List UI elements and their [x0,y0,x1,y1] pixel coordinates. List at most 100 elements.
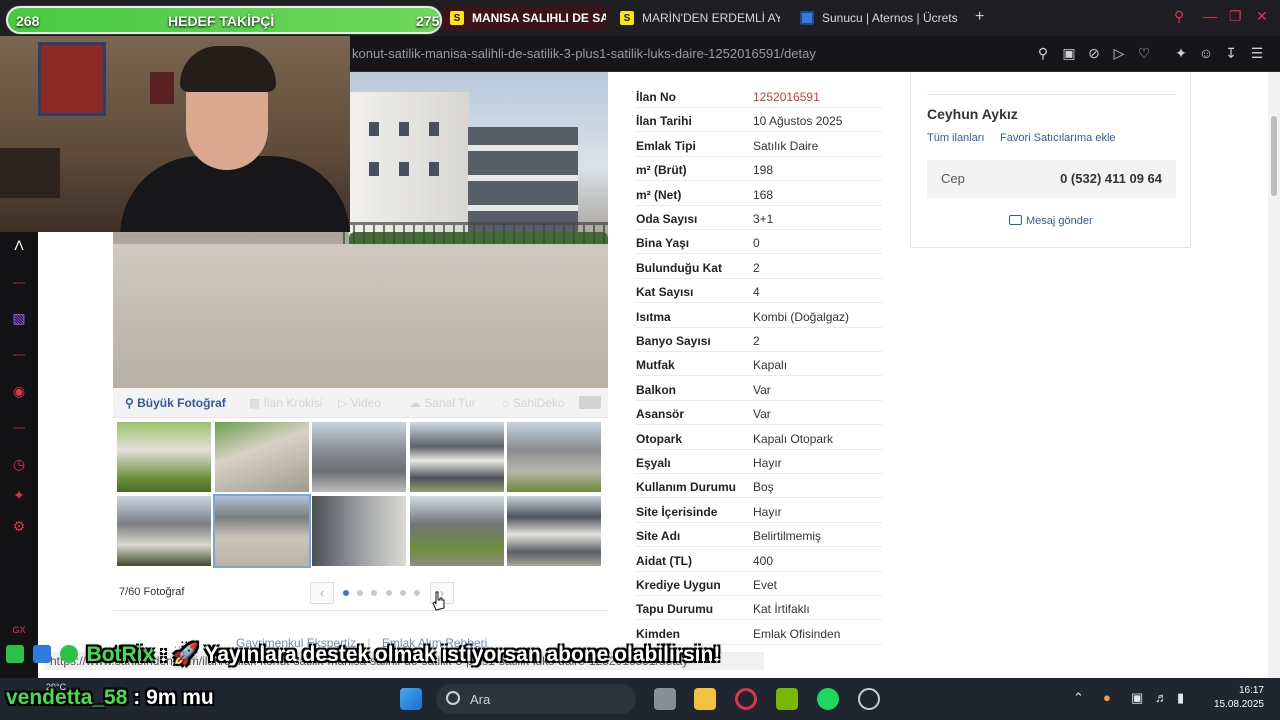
page-dot[interactable] [371,590,377,596]
detail-row: Otopark Kapalı Otopark [636,426,882,450]
house-icon: ⌂ [502,396,513,410]
phone-number[interactable]: 0 (532) 411 09 64 [1060,171,1162,186]
nvidia-icon[interactable] [776,688,798,710]
send-message-link[interactable]: Mesaj gönder [1009,215,1093,227]
aria-icon[interactable]: Λ [9,235,29,255]
detail-row: Site İçerisinde Hayır [636,499,882,523]
detail-label: İlan Tarihi [636,114,692,129]
detail-row: Asansör Var [636,401,882,426]
detail-value: 2 [753,260,760,275]
adblock-icon[interactable]: ⊘ [1085,45,1103,62]
player-icon[interactable]: ▷ [1110,45,1128,62]
heart-icon[interactable]: ♡ [1135,45,1153,62]
thumbnail-selected[interactable] [213,494,311,568]
page-dot[interactable] [386,590,392,596]
detail-label: Eşyalı [636,456,671,470]
maximize-icon[interactable]: ❐ [1229,8,1242,25]
detail-value: 2 [753,334,760,348]
camera-icon: ▩ [249,396,264,410]
detail-label: m² (Net) [636,187,682,202]
history-icon[interactable]: ◷ [9,454,29,474]
detail-row: Kat Sayısı 4 [636,279,882,304]
play-icon: ▷ [338,396,351,410]
floor-plan-button[interactable]: ▩ İlan Krokisi [249,396,322,410]
tab-manisa[interactable]: S MANISA SALIHLI DE SAT [442,6,606,30]
divider [927,94,1176,95]
scrollbar[interactable] [1268,72,1280,678]
url-field[interactable]: konut-satilik-manisa-salihli-de-satilik-… [352,46,816,61]
virtual-tour-button[interactable]: ☁ Sanal Tur [409,396,476,410]
player-icon[interactable]: ◉ [9,381,29,401]
video-button[interactable]: ▷ Video [338,396,381,410]
large-photo-button[interactable]: ⚲ Büyük Fotoğraf [125,396,226,410]
detail-value: Kombi (Doğalgaz) [753,309,850,324]
detail-label: Isıtma [636,309,671,324]
divider [113,610,608,611]
thumbnail[interactable] [507,422,601,492]
detail-row: Bulunduğu Kat 2 [636,255,882,279]
detail-value: Hayır [753,456,782,470]
scrollbar-thumb[interactable] [1271,116,1277,196]
menu-icon[interactable]: ☰ [1248,45,1266,62]
minimize-icon[interactable]: — [1203,8,1217,24]
page-dot[interactable] [414,590,420,596]
thumbnail[interactable] [312,496,406,566]
pin-icon[interactable]: ⚲ [1034,45,1052,62]
extensions-icon[interactable]: ✦ [9,485,29,505]
gx-icon[interactable]: GX [9,620,29,640]
profile-icon[interactable]: ☺ [1197,45,1215,61]
extensions-icon[interactable]: ✦ [1172,45,1190,62]
task-view-icon[interactable] [654,688,676,710]
goal-target: 275 [416,13,440,29]
close-window-icon[interactable]: ✕ [1256,8,1268,25]
search-tabs-icon[interactable]: ⚲ [1174,8,1184,25]
start-button[interactable] [400,688,422,710]
magnifier-icon: ⚲ [125,396,138,410]
detail-label: Krediye Uygun [636,578,721,592]
steam-icon[interactable] [858,688,880,710]
tray-expand-icon[interactable]: ⌃ [1073,690,1084,706]
battery-icon[interactable]: ▮ [1177,690,1184,706]
detail-row: m² (Net) 168 [636,182,882,206]
thumbnail[interactable] [117,496,211,566]
page-dot[interactable] [343,590,349,596]
download-icon[interactable]: ↧ [1222,45,1240,62]
prev-page-button[interactable]: ‹ [310,582,334,604]
clock[interactable]: 16:17 15.08.2025 [1204,684,1264,712]
thumbnail[interactable] [507,496,601,566]
detail-label: Bulunduğu Kat [636,260,722,275]
detail-label: Otopark [636,431,683,446]
volume-icon[interactable]: ♬ [1155,690,1168,705]
detail-value: Kat İrtifaklı [753,602,810,617]
snapshot-icon[interactable]: ▣ [1060,45,1078,62]
file-explorer-icon[interactable] [694,688,716,710]
phone-label: Cep [941,171,965,186]
thumbnail[interactable] [215,422,309,492]
sahideko-button[interactable]: ⌂ SahiDeko [502,396,565,410]
photo-terrace-floor [113,244,608,388]
sahibinden-favicon-icon: S [450,11,464,25]
thumbnail[interactable] [410,422,504,492]
thumbnail[interactable] [312,422,406,492]
page-dot[interactable] [400,590,406,596]
follower-goal-bar: 268 HEDEF TAKİPÇİ 275 [6,6,442,34]
hand-cursor-icon [432,591,445,611]
microphone-icon[interactable]: ● [1103,690,1111,705]
all-listings-link[interactable]: Tüm ilanları [927,132,984,144]
new-tab-button[interactable]: + [975,8,984,26]
taskbar-search[interactable]: Ara [436,684,636,714]
thumbnail[interactable] [410,496,504,566]
detail-value: Hayır [753,504,782,519]
opera-gx-icon[interactable] [735,688,757,710]
twitch-icon[interactable]: ▧ [9,308,29,328]
add-favorite-seller-link[interactable]: Favori Satıcılarıma ekle [1000,132,1116,144]
tab-aternos[interactable]: Sunucu | Aternos | Ücrets [800,6,965,30]
detail-row: Isıtma Kombi (Doğalgaz) [636,304,882,328]
settings-icon[interactable]: ⚙ [9,516,29,536]
thumbnail[interactable] [117,422,211,492]
page-dot[interactable] [357,590,363,596]
spotify-icon[interactable] [817,688,839,710]
tab-marin[interactable]: S MARİN'DEN ERDEMLİ AY [620,6,780,30]
detail-value: Kapalı [753,358,788,373]
network-icon[interactable]: ▣ [1131,690,1143,706]
